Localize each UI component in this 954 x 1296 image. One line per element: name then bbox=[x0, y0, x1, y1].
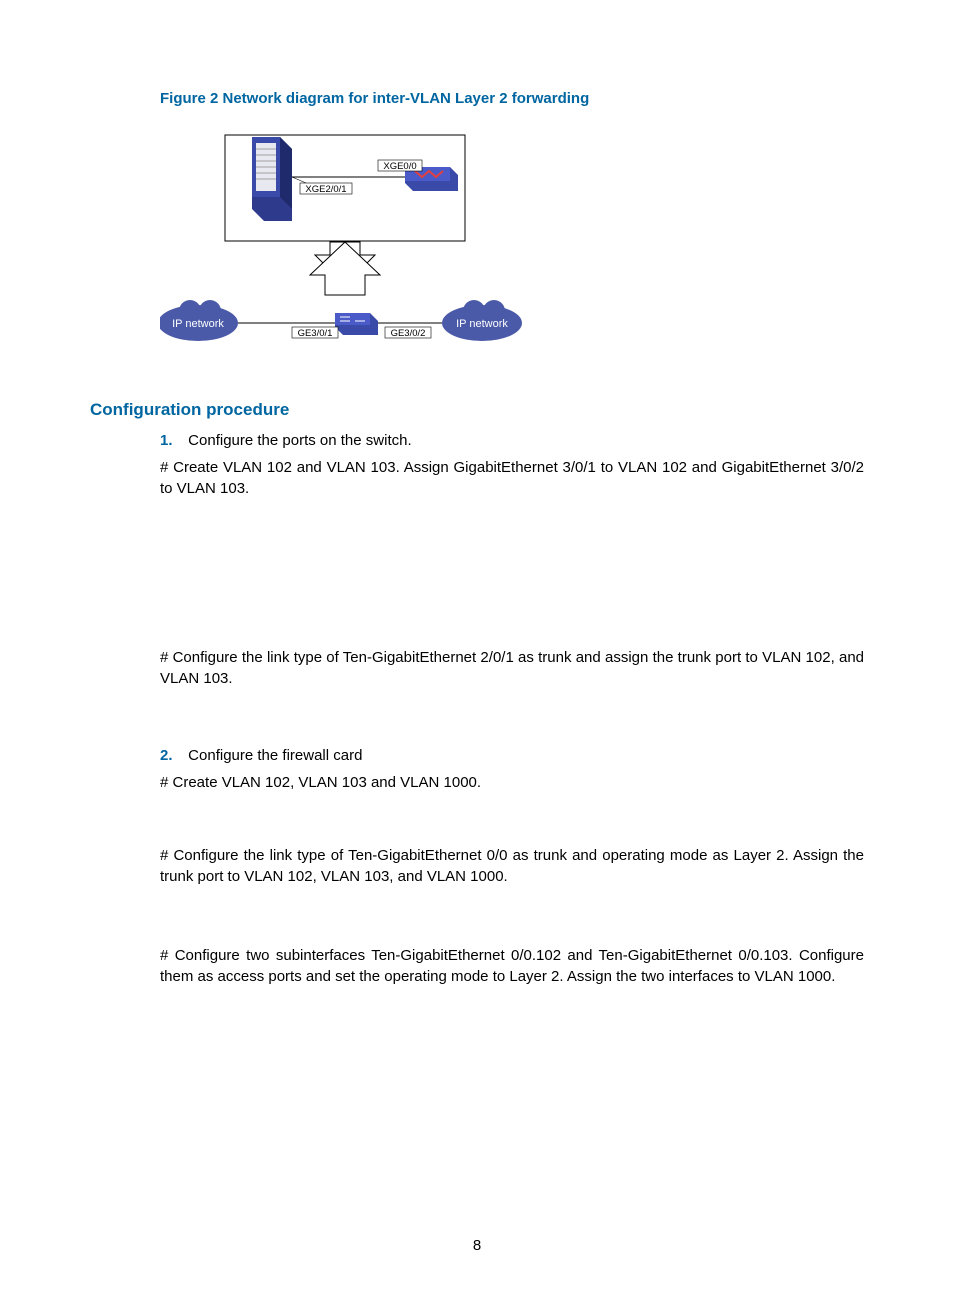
label-ge302: GE3/0/2 bbox=[391, 328, 426, 339]
figure-caption: Figure 2 Network diagram for inter-VLAN … bbox=[160, 90, 864, 107]
switch-icon bbox=[335, 313, 378, 335]
step-2-number: 2. bbox=[160, 747, 184, 764]
server-icon bbox=[252, 137, 292, 221]
label-xge00: XGE0/0 bbox=[383, 161, 416, 172]
label-xge201: XGE2/0/1 bbox=[305, 184, 346, 195]
diagram-svg: XGE0/0 XGE2/0/1 bbox=[160, 125, 560, 365]
page-number: 8 bbox=[0, 1237, 954, 1254]
label-ipnet-right: IP network bbox=[456, 318, 508, 330]
network-diagram: XGE0/0 XGE2/0/1 bbox=[160, 125, 864, 370]
label-ipnet-left: IP network bbox=[172, 318, 224, 330]
paragraph: # Create VLAN 102, VLAN 103 and VLAN 100… bbox=[160, 772, 864, 793]
paragraph: # Configure the link type of Ten-Gigabit… bbox=[160, 647, 864, 689]
heading-configuration-procedure: Configuration procedure bbox=[90, 400, 864, 420]
step-2: 2. Configure the firewall card bbox=[160, 747, 864, 764]
paragraph: # Configure two subinterfaces Ten-Gigabi… bbox=[160, 945, 864, 987]
up-arrow-icon bbox=[310, 241, 380, 295]
label-ge301: GE3/0/1 bbox=[298, 328, 333, 339]
step-1-text: Configure the ports on the switch. bbox=[188, 432, 411, 449]
paragraph: # Create VLAN 102 and VLAN 103. Assign G… bbox=[160, 457, 864, 499]
page: Figure 2 Network diagram for inter-VLAN … bbox=[0, 0, 954, 1296]
step-1: 1. Configure the ports on the switch. bbox=[160, 432, 864, 449]
step-1-number: 1. bbox=[160, 432, 184, 449]
step-2-text: Configure the firewall card bbox=[188, 747, 362, 764]
paragraph: # Configure the link type of Ten-Gigabit… bbox=[160, 845, 864, 887]
